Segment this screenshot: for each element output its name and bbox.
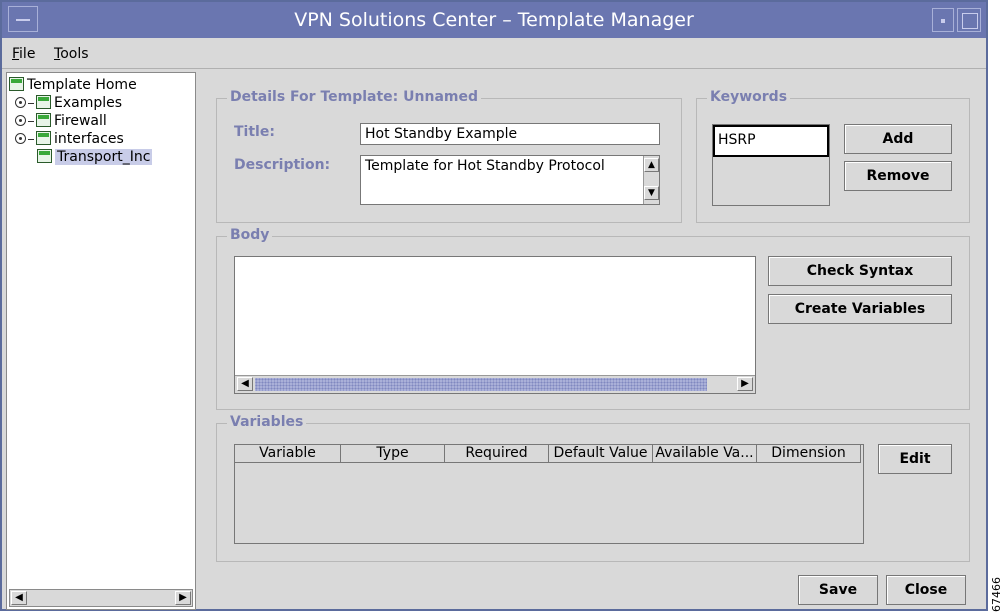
expand-handle-icon[interactable] [15, 115, 26, 126]
body-horizontal-scrollbar[interactable]: ◀ ▶ [235, 375, 755, 393]
description-field[interactable]: Template for Hot Standby Protocol ▲ ▼ [360, 155, 660, 205]
column-header-default-value[interactable]: Default Value [549, 445, 653, 463]
edit-variable-button[interactable]: Edit [878, 444, 952, 474]
tree-root[interactable]: Template Home [9, 77, 137, 93]
description-scrollbar[interactable]: ▲ ▼ [643, 156, 659, 204]
title-field[interactable]: Hot Standby Example [360, 123, 660, 145]
keywords-group-label: Keywords [707, 89, 791, 105]
column-header-dimension[interactable]: Dimension [757, 445, 861, 463]
description-text: Template for Hot Standby Protocol [365, 158, 605, 174]
close-button[interactable]: Close [886, 575, 966, 605]
tree-item-label: Transport_Inc [55, 149, 153, 165]
scroll-down-arrow-icon[interactable]: ▼ [644, 186, 659, 200]
tree-item-label: Firewall [54, 113, 107, 129]
tree-item-transport-inc[interactable]: Transport_Inc [37, 149, 153, 165]
folder-icon [9, 77, 24, 91]
menu-tools-mnemonic: T [54, 46, 61, 62]
description-label: Description: [234, 157, 331, 173]
title-label: Title: [234, 124, 275, 140]
body-group-label: Body [227, 227, 273, 243]
add-keyword-button[interactable]: Add [844, 124, 952, 154]
expand-handle-icon[interactable] [15, 97, 26, 108]
minimize-button[interactable] [932, 8, 954, 32]
menu-bar: File Tools [2, 38, 986, 69]
tree-item-firewall[interactable]: Firewall [15, 113, 107, 129]
expand-handle-icon[interactable] [15, 133, 26, 144]
folder-icon [37, 149, 52, 163]
tree-connector [28, 103, 34, 104]
menu-file-mnemonic: F [12, 46, 20, 62]
scroll-right-arrow-icon[interactable]: ▶ [737, 377, 753, 391]
scrollbar-thumb[interactable] [255, 378, 707, 391]
column-header-variable[interactable]: Variable [235, 445, 341, 463]
window-title: VPN Solutions Center – Template Manager [294, 9, 694, 31]
column-header-available-values[interactable]: Available Va... [653, 445, 757, 463]
folder-icon [36, 131, 51, 145]
tree-connector [28, 139, 34, 140]
scroll-up-arrow-icon[interactable]: ▲ [644, 158, 659, 172]
maximize-button[interactable] [957, 8, 981, 32]
create-variables-button[interactable]: Create Variables [768, 294, 952, 324]
folder-icon [36, 113, 51, 127]
keyword-item[interactable]: HSRP [713, 125, 829, 157]
column-header-required[interactable]: Required [445, 445, 549, 463]
folder-icon [36, 95, 51, 109]
check-syntax-button[interactable]: Check Syntax [768, 256, 952, 286]
scroll-left-arrow-icon[interactable]: ◀ [237, 377, 253, 391]
template-manager-window: VPN Solutions Center – Template Manager … [0, 0, 988, 611]
tree-horizontal-scrollbar[interactable]: ◀ ▶ [9, 589, 193, 607]
scroll-left-arrow-icon[interactable]: ◀ [11, 591, 27, 605]
keywords-list[interactable]: HSRP [712, 124, 830, 206]
scroll-right-arrow-icon[interactable]: ▶ [175, 591, 191, 605]
title-bar[interactable]: VPN Solutions Center – Template Manager [2, 2, 986, 38]
column-header-type[interactable]: Type [341, 445, 445, 463]
save-button[interactable]: Save [798, 575, 878, 605]
details-group-label: Details For Template: Unnamed [227, 89, 482, 105]
tree-item-interfaces[interactable]: interfaces [15, 131, 124, 147]
figure-code: 67466 [990, 577, 1003, 612]
variables-group-label: Variables [227, 414, 307, 430]
variables-table[interactable]: Variable Type Required Default Value Ava… [234, 444, 864, 544]
remove-keyword-button[interactable]: Remove [844, 161, 952, 191]
tree-item-label: interfaces [54, 131, 124, 147]
menu-tools[interactable]: Tools [54, 46, 89, 62]
body-text-area[interactable]: ◀ ▶ [234, 256, 756, 394]
template-tree[interactable]: Template Home Examples Firewall interfac… [6, 72, 196, 610]
menu-file[interactable]: File [12, 46, 35, 62]
tree-item-label: Examples [54, 95, 123, 111]
tree-root-label: Template Home [27, 77, 137, 93]
tree-connector [28, 121, 34, 122]
tree-item-examples[interactable]: Examples [15, 95, 122, 111]
